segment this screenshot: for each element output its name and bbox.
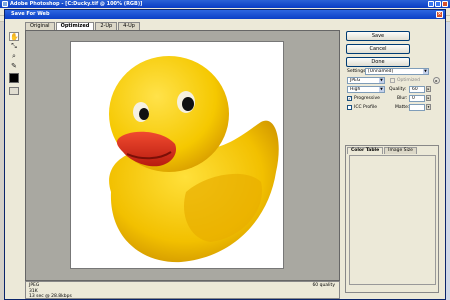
color-table-panel: Color Table Image Size: [345, 145, 439, 293]
quality-preset-value: High: [350, 87, 361, 92]
tab-image-size[interactable]: Image Size: [384, 147, 417, 154]
photoshop-app-icon: [2, 1, 8, 7]
minimize-icon[interactable]: [428, 1, 434, 7]
progressive-checkbox[interactable]: ✓: [347, 96, 352, 101]
quality-input[interactable]: 60: [409, 86, 425, 93]
image-canvas[interactable]: [70, 41, 284, 269]
slice-select-tool-icon[interactable]: ⤡: [9, 42, 19, 51]
chevron-down-icon: ▼: [423, 69, 428, 74]
dialog-title: Save For Web: [11, 11, 50, 17]
rubber-duck-image: [109, 56, 279, 263]
quality-value: 60: [412, 87, 418, 92]
tab-original[interactable]: Original: [25, 22, 55, 30]
tool-column: ✋ ⤡ ⌕ ✎: [9, 32, 21, 95]
optimized-checkbox[interactable]: [390, 78, 395, 83]
status-quality: 60 quality: [312, 283, 335, 288]
maximize-icon[interactable]: [435, 1, 441, 7]
optimize-menu-icon[interactable]: ▸: [433, 77, 440, 84]
done-button[interactable]: Done: [346, 57, 410, 67]
view-tabs: Original Optimized 2-Up 4-Up: [25, 22, 141, 30]
quality-slider-arrow-icon[interactable]: ▸: [426, 86, 431, 92]
optimized-label: Optimized: [397, 78, 421, 83]
settings-dropdown[interactable]: [Unnamed] ▼: [365, 68, 429, 75]
optimization-status: JPEG 31K 13 sec @ 28.8kbps 60 quality: [25, 281, 340, 299]
dialog-close-button[interactable]: ×: [436, 11, 443, 18]
progressive-label: Progressive: [354, 96, 380, 101]
color-panel-tabs: Color Table Image Size: [347, 147, 418, 154]
tab-optimized[interactable]: Optimized: [55, 22, 95, 30]
chevron-down-icon: ▼: [379, 78, 384, 83]
matte-label: Matte:: [395, 105, 410, 110]
blur-value: 0: [412, 96, 415, 101]
quality-preset-dropdown[interactable]: High ▼: [347, 86, 385, 93]
quality-label: Quality:: [389, 87, 407, 92]
slice-visibility-toggle[interactable]: [9, 87, 19, 95]
icc-profile-label: ICC Profile: [354, 105, 378, 110]
status-download-time: 13 sec @ 28.8kbps: [29, 294, 72, 299]
hand-tool-icon[interactable]: ✋: [9, 32, 19, 41]
tab-color-table[interactable]: Color Table: [347, 147, 384, 154]
zoom-tool-icon[interactable]: ⌕: [9, 52, 19, 61]
cancel-button[interactable]: Cancel: [346, 44, 410, 54]
matte-chevron-down-icon[interactable]: ▾: [426, 104, 431, 110]
photoshop-titlebar: Adobe Photoshop - [C:Ducky.tif @ 100% (R…: [0, 0, 450, 8]
blur-input[interactable]: 0: [409, 95, 425, 102]
matte-dropdown[interactable]: [409, 104, 425, 111]
tab-2-up[interactable]: 2-Up: [95, 22, 118, 30]
blur-label: Blur:: [397, 96, 408, 101]
dialog-titlebar: Save For Web ×: [5, 10, 445, 19]
tab-4-up[interactable]: 4-Up: [118, 22, 140, 30]
chevron-down-icon: ▼: [379, 87, 384, 92]
color-table-grid[interactable]: [349, 155, 436, 285]
eyedropper-color-swatch[interactable]: [9, 73, 19, 83]
close-icon[interactable]: [442, 1, 448, 7]
image-preview-pane[interactable]: [25, 30, 340, 281]
eyedropper-tool-icon[interactable]: ✎: [9, 62, 19, 71]
settings-label: Settings:: [347, 69, 367, 74]
photoshop-title: Adobe Photoshop - [C:Ducky.tif @ 100% (R…: [10, 1, 143, 7]
icc-profile-checkbox[interactable]: [347, 105, 352, 110]
photoshop-window-controls: [428, 1, 448, 7]
settings-value: [Unnamed]: [368, 69, 394, 74]
save-button[interactable]: Save: [346, 31, 410, 41]
blur-slider-arrow-icon[interactable]: ▸: [426, 95, 431, 101]
format-dropdown[interactable]: JPEG ▼: [347, 77, 385, 84]
format-value: JPEG: [350, 78, 361, 83]
save-for-web-dialog: Save For Web × ✋ ⤡ ⌕ ✎ Original Optimize…: [4, 9, 446, 300]
